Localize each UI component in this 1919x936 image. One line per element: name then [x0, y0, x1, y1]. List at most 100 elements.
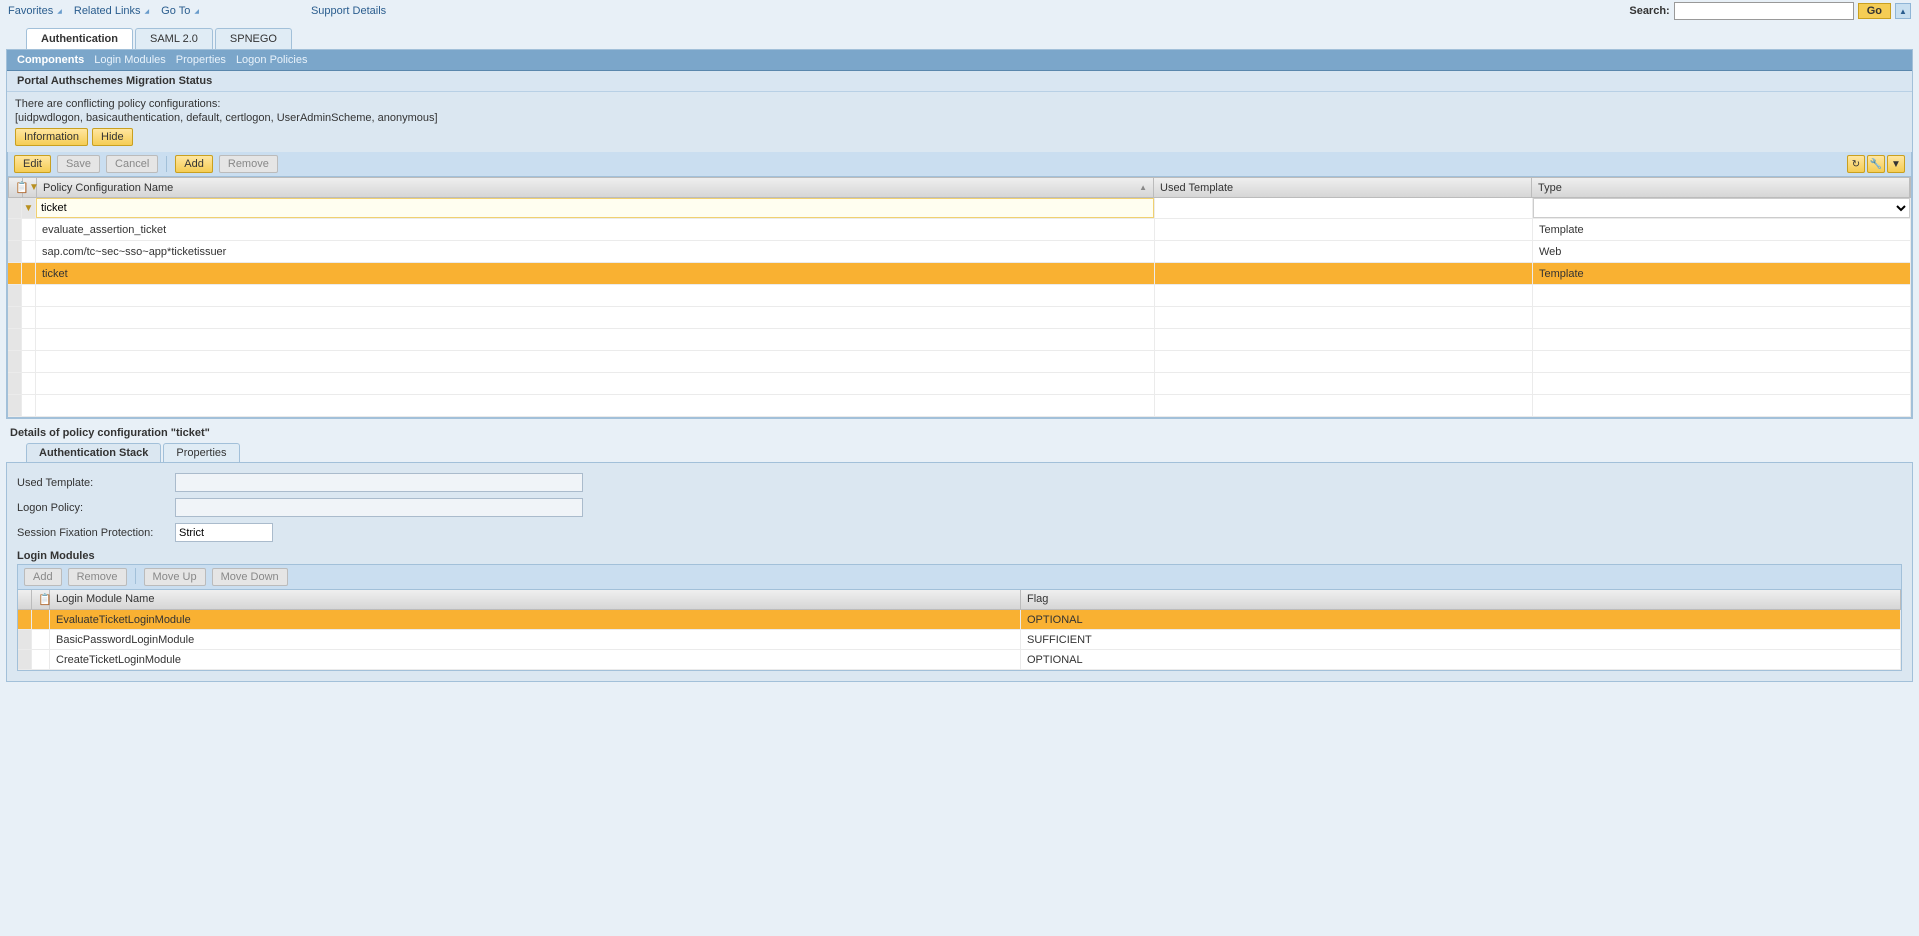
table-row[interactable]: ticketTemplate [8, 263, 1911, 285]
warning-line1: There are conflicting policy configurati… [15, 98, 1904, 110]
lm-prefs-icon[interactable]: 📋 [32, 590, 50, 609]
grid-header: 📋 ▼ Policy Configuration Name ▲ Used Tem… [8, 177, 1911, 198]
row-pad [22, 351, 36, 372]
cell-used [1155, 219, 1533, 240]
row-handle[interactable] [8, 307, 22, 328]
column-policy-name[interactable]: Policy Configuration Name ▲ [37, 178, 1154, 197]
table-row[interactable]: evaluate_assertion_ticketTemplate [8, 219, 1911, 241]
row-handle[interactable] [18, 630, 32, 649]
tab-auth-stack[interactable]: Authentication Stack [26, 443, 161, 462]
row-handle[interactable] [8, 373, 22, 394]
select-all-handle[interactable]: 📋 [9, 178, 23, 197]
subnav-properties[interactable]: Properties [176, 54, 226, 66]
support-details-link[interactable]: Support Details [311, 5, 386, 17]
cell-used [1155, 263, 1533, 284]
tab-saml[interactable]: SAML 2.0 [135, 28, 213, 49]
table-row[interactable] [8, 307, 1911, 329]
warning-box: There are conflicting policy configurati… [7, 92, 1912, 152]
add-button[interactable]: Add [175, 155, 213, 173]
tab-panel: Components Login Modules Properties Logo… [6, 49, 1913, 419]
row-handle[interactable] [8, 351, 22, 372]
cell-used [1155, 351, 1533, 372]
subnav-logon-policies[interactable]: Logon Policies [236, 54, 308, 66]
row-handle[interactable] [8, 395, 22, 416]
menu-related-links[interactable]: Related Links [74, 5, 149, 17]
row-pad [22, 285, 36, 306]
used-template-field[interactable] [175, 473, 583, 492]
collapse-icon[interactable]: ▲ [1895, 3, 1911, 19]
logon-policy-field[interactable] [175, 498, 583, 517]
row-handle[interactable] [8, 219, 22, 240]
row-pad [22, 329, 36, 350]
table-row[interactable]: CreateTicketLoginModuleOPTIONAL [18, 650, 1901, 670]
policy-grid: 📋 ▼ Policy Configuration Name ▲ Used Tem… [7, 177, 1912, 418]
cell-type [1533, 329, 1911, 350]
grid-toolbar: Edit Save Cancel Add Remove ↻ 🔧 ▼ [7, 152, 1912, 177]
subnav-login-modules[interactable]: Login Modules [94, 54, 166, 66]
row-handle[interactable] [18, 610, 32, 629]
lm-col-flag[interactable]: Flag [1021, 590, 1901, 609]
refresh-icon[interactable]: ↻ [1847, 155, 1865, 173]
cell-lm-name: EvaluateTicketLoginModule [50, 610, 1021, 629]
lm-body: EvaluateTicketLoginModuleOPTIONALBasicPa… [18, 610, 1901, 670]
session-fixation-label: Session Fixation Protection: [17, 527, 175, 539]
cell-used [1155, 241, 1533, 262]
information-button[interactable]: Information [15, 128, 88, 146]
row-pad [22, 395, 36, 416]
lm-header: 📋 Login Module Name Flag [18, 590, 1901, 610]
filter-icon[interactable]: ▼ [23, 178, 37, 197]
row-handle[interactable] [8, 285, 22, 306]
cell-name [36, 307, 1155, 328]
session-fixation-field[interactable] [175, 523, 273, 542]
table-row[interactable] [8, 373, 1911, 395]
cell-type [1533, 307, 1911, 328]
tab-spnego[interactable]: SPNEGO [215, 28, 292, 49]
table-row[interactable] [8, 329, 1911, 351]
row-handle[interactable] [8, 241, 22, 262]
menu-favorites[interactable]: Favorites [8, 5, 62, 17]
filter-type-select[interactable] [1533, 198, 1910, 218]
cancel-button: Cancel [106, 155, 158, 173]
tab-authentication[interactable]: Authentication [26, 28, 133, 49]
remove-button: Remove [219, 155, 278, 173]
row-pad [22, 241, 36, 262]
sub-nav: Components Login Modules Properties Logo… [7, 50, 1912, 71]
subnav-components[interactable]: Components [17, 54, 84, 66]
go-button[interactable]: Go [1858, 3, 1891, 19]
hide-button[interactable]: Hide [92, 128, 133, 146]
search-area: Search: Go ▲ [1629, 2, 1911, 20]
search-input[interactable] [1674, 2, 1854, 20]
row-handle[interactable] [8, 263, 22, 284]
warning-line2: [uidpwdlogon, basicauthentication, defau… [15, 112, 1904, 124]
edit-button[interactable]: Edit [14, 155, 51, 173]
cell-used [1155, 395, 1533, 416]
cell-name [36, 329, 1155, 350]
table-row[interactable] [8, 285, 1911, 307]
cell-type: Web [1533, 241, 1911, 262]
lm-move-down-button: Move Down [212, 568, 288, 586]
filter-row: ▼ [8, 198, 1911, 219]
row-handle[interactable] [8, 329, 22, 350]
lm-select-all-handle[interactable] [18, 590, 32, 609]
tab-properties[interactable]: Properties [163, 443, 239, 462]
cell-used [1155, 373, 1533, 394]
topbar-menu: Favorites Related Links Go To Support De… [8, 5, 386, 17]
table-row[interactable]: sap.com/tc~sec~sso~app*ticketissuerWeb [8, 241, 1911, 263]
table-row[interactable]: BasicPasswordLoginModuleSUFFICIENT [18, 630, 1901, 650]
login-modules-grid: 📋 Login Module Name Flag EvaluateTicketL… [17, 590, 1902, 671]
table-row[interactable] [8, 351, 1911, 373]
filter-name-input[interactable] [36, 198, 1154, 218]
table-row[interactable] [8, 395, 1911, 417]
column-used-template[interactable]: Used Template [1154, 178, 1532, 197]
settings-icon[interactable]: 🔧 [1867, 155, 1885, 173]
filter-toggle-icon[interactable]: ▼ [1887, 155, 1905, 173]
column-type[interactable]: Type [1532, 178, 1910, 197]
filter-handle [8, 198, 22, 218]
table-row[interactable]: EvaluateTicketLoginModuleOPTIONAL [18, 610, 1901, 630]
lm-col-name[interactable]: Login Module Name [50, 590, 1021, 609]
cell-type: Template [1533, 263, 1911, 284]
menu-go-to[interactable]: Go To [161, 5, 199, 17]
details-title: Details of policy configuration "ticket" [6, 419, 1913, 443]
filter-used-input[interactable] [1155, 198, 1532, 218]
row-handle[interactable] [18, 650, 32, 669]
